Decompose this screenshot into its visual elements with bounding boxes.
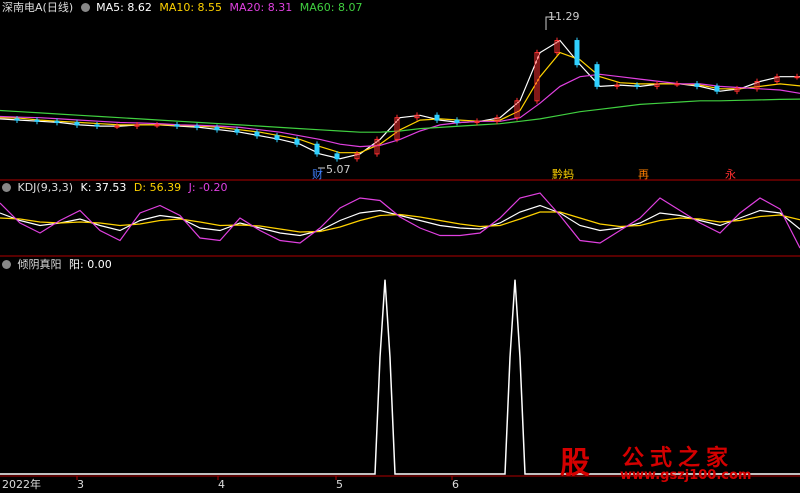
candle-body	[594, 64, 600, 87]
kdj-k-value: K: 37.53	[80, 181, 127, 194]
candle-body	[314, 143, 320, 155]
watermark: 股 公式之家 www.gszj100.com	[560, 440, 790, 485]
ma20-label: MA20: 8.31	[229, 1, 293, 14]
candle-body	[574, 40, 580, 66]
stock-chart-canvas[interactable]	[0, 0, 800, 493]
main-panel-header: 深南电A(日线) MA5: 8.62 MA10: 8.55 MA20: 8.31…	[2, 1, 362, 15]
candle-body	[694, 83, 700, 87]
event-label-2[interactable]: 再	[638, 168, 649, 182]
ma10-label: MA10: 8.55	[159, 1, 223, 14]
event-label-cai[interactable]: 财	[312, 168, 323, 182]
candle-body	[114, 125, 120, 128]
candle-body	[14, 118, 20, 121]
high-marker: 11.29	[548, 10, 580, 23]
series-line-MA10	[0, 51, 800, 154]
candle-body	[794, 76, 800, 79]
candle-body	[154, 124, 160, 127]
settings-icon[interactable]	[2, 260, 11, 269]
series-line-MA60	[0, 98, 800, 133]
x-tick-label: 3	[77, 478, 84, 491]
main-title[interactable]: 深南电A(日线)	[2, 1, 73, 14]
x-tick-label: 4	[218, 478, 225, 491]
candle-body	[434, 114, 440, 121]
kdj-j-value: J: -0.20	[188, 181, 228, 194]
series-line-J	[0, 192, 800, 249]
candle-body	[674, 83, 680, 86]
kdj-panel-header: KDJ(9,3,3) K: 37.53 D: 56.39 J: -0.20	[2, 181, 228, 195]
signal-value: 阳: 0.00	[69, 258, 112, 271]
kdj-title[interactable]: KDJ(9,3,3)	[18, 181, 74, 194]
candle-body	[194, 125, 200, 128]
candle-body	[214, 126, 220, 131]
signal-title[interactable]: 倾阴真阳	[18, 258, 62, 271]
candle-body	[174, 124, 180, 127]
x-tick-label: 5	[336, 478, 343, 491]
candle-body	[454, 119, 460, 124]
x-tick-label: 2022年	[2, 478, 41, 491]
candle-body	[54, 120, 60, 124]
kdj-d-value: D: 56.39	[133, 181, 182, 194]
ma60-label: MA60: 8.07	[299, 1, 363, 14]
settings-icon[interactable]	[2, 183, 11, 192]
event-label-1[interactable]: 黔蚂	[552, 168, 574, 182]
candle-body	[634, 84, 640, 87]
candle-body	[294, 138, 300, 145]
series-line-MA5	[0, 39, 800, 160]
candle-body	[334, 153, 340, 160]
candle-body	[34, 119, 40, 122]
candle-body	[234, 129, 240, 133]
event-label-3[interactable]: 永	[725, 168, 736, 182]
candle-body	[74, 122, 80, 126]
x-tick-label: 6	[452, 478, 459, 491]
candle-body	[274, 135, 280, 140]
watermark-logo: 股	[560, 446, 590, 481]
settings-icon[interactable]	[80, 3, 90, 12]
series-line-MA20	[0, 73, 800, 148]
candle-body	[254, 131, 260, 137]
candle-body	[714, 85, 720, 92]
candle-body	[94, 124, 100, 127]
ma5-label: MA5: 8.62	[96, 1, 152, 14]
watermark-url: www.gszj100.com	[620, 468, 752, 483]
low-marker: 5.07	[326, 163, 351, 176]
signal-panel-header: 倾阴真阳 阳: 0.00	[2, 258, 112, 272]
